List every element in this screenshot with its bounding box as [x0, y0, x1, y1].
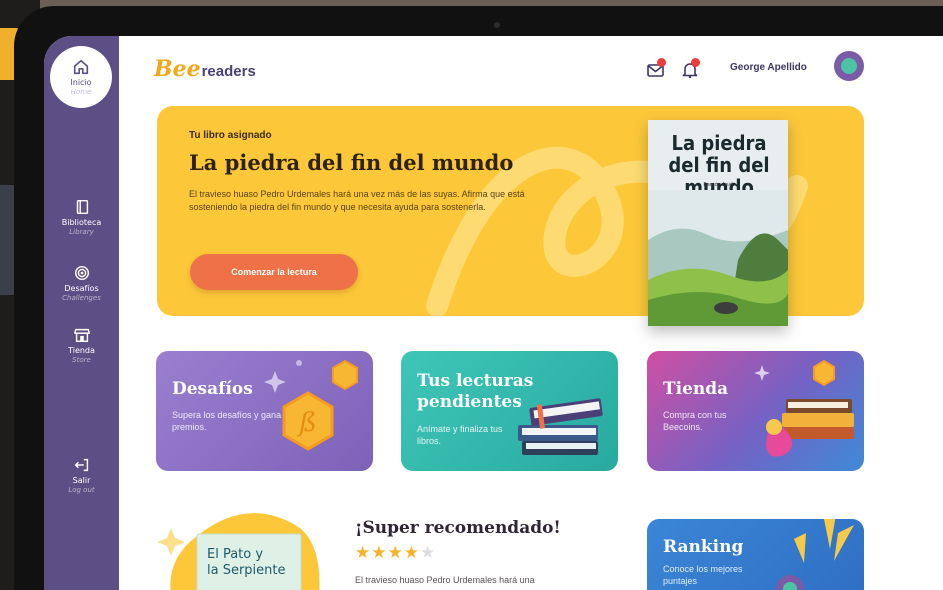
sidebar-item-label: Desafíos	[64, 284, 99, 293]
sidebar-item-logout[interactable]: Salir Log out	[44, 456, 119, 495]
sidebar-item-label: Biblioteca	[61, 218, 102, 227]
sidebar-item-sublabel: Log out	[68, 486, 95, 494]
ranking-illustration	[776, 519, 854, 590]
messages-button[interactable]	[647, 58, 666, 78]
svg-text:ß: ß	[296, 408, 316, 438]
card-description: Anímate y finaliza tus libros.	[417, 424, 503, 446]
logout-icon	[74, 458, 88, 472]
notification-dot	[657, 58, 666, 67]
sidebar: Inicio Home Biblioteca Library Desafíos	[44, 36, 119, 590]
star-icon: ★	[355, 543, 372, 563]
sidebar-item-home[interactable]: Inicio Home	[50, 46, 112, 108]
book-cover-author: Ramón Leal	[703, 182, 733, 188]
books-stack-icon	[518, 398, 603, 455]
store-illustration	[754, 359, 854, 457]
start-reading-button[interactable]: Comenzar la lectura	[190, 254, 358, 290]
sidebar-item-sublabel: Home	[70, 87, 92, 96]
ranking-card[interactable]: Ranking Conoce los mejores puntajes	[647, 519, 864, 590]
beecoin-icon: ß	[264, 359, 358, 451]
sidebar-item-library[interactable]: Biblioteca Library	[44, 198, 119, 237]
logo-bee: Bee	[154, 56, 201, 82]
star-icon: ★	[403, 543, 420, 563]
notification-dot	[691, 58, 700, 67]
tablet-camera	[494, 22, 500, 28]
user-name[interactable]: George Apellido	[730, 62, 807, 73]
star-icon: ★	[371, 543, 388, 563]
book-cover-illustration	[648, 190, 788, 326]
sidebar-item-store[interactable]: Tienda Store	[44, 326, 119, 365]
challenges-card[interactable]: Desafíos Supera los desafíos y gana prem…	[156, 351, 373, 471]
banner-title: La piedra del fin del mundo	[189, 150, 514, 175]
banner-description: El travieso huaso Pedro Urdemales hará u…	[189, 189, 525, 212]
home-icon	[73, 59, 89, 74]
notifications-button[interactable]	[681, 58, 700, 79]
recommended-title: ¡Super recomendado!	[355, 518, 561, 538]
book-cover-title: La piedra del fin del mundo	[668, 131, 770, 199]
store-icon	[73, 328, 90, 343]
recommended-description: El travieso huaso Pedro Urdemales hará u…	[355, 575, 535, 585]
sidebar-item-label: Salir	[72, 476, 91, 485]
card-title: Tienda	[663, 379, 729, 399]
app-logo[interactable]: Bee readers	[154, 56, 256, 82]
target-icon	[74, 265, 89, 281]
sidebar-item-challenges[interactable]: Desafíos Challenges	[44, 264, 119, 303]
sidebar-item-label: Inicio	[70, 77, 92, 87]
card-title: Ranking	[663, 537, 744, 557]
star-icon: ★	[387, 543, 404, 563]
avatar[interactable]	[834, 51, 864, 81]
banner-kicker: Tu libro asignado	[189, 130, 272, 141]
card-description: Compra con tus Beecoins.	[663, 410, 727, 432]
assigned-book-cover[interactable]: La piedra del fin del mundo Ramón Leal	[648, 120, 788, 326]
logo-readers: readers	[201, 63, 256, 80]
star-empty-icon: ★	[420, 543, 437, 563]
sidebar-item-sublabel: Library	[69, 228, 94, 236]
rating-stars: ★★★★★	[355, 543, 436, 563]
tablet-frame: Inicio Home Biblioteca Library Desafíos	[14, 6, 943, 590]
recommended-book-title-line2: la Serpiente	[207, 563, 286, 578]
recommended-book-title-line1: El Pato y	[207, 547, 263, 562]
pending-readings-card[interactable]: Tus lecturas pendientes Anímate y finali…	[401, 351, 618, 471]
sidebar-item-sublabel: Challenges	[62, 294, 101, 302]
avatar-image	[841, 58, 857, 74]
sidebar-item-label: Tienda	[68, 346, 95, 355]
book-icon	[76, 199, 88, 215]
recommended-book[interactable]: El Pato y la Serpiente	[157, 506, 347, 590]
card-title: Desafíos	[172, 379, 253, 399]
sidebar-item-sublabel: Store	[72, 356, 91, 364]
store-card[interactable]: Tienda Compra con tus Beecoins.	[647, 351, 864, 471]
app-screen: Inicio Home Biblioteca Library Desafíos	[44, 36, 943, 590]
